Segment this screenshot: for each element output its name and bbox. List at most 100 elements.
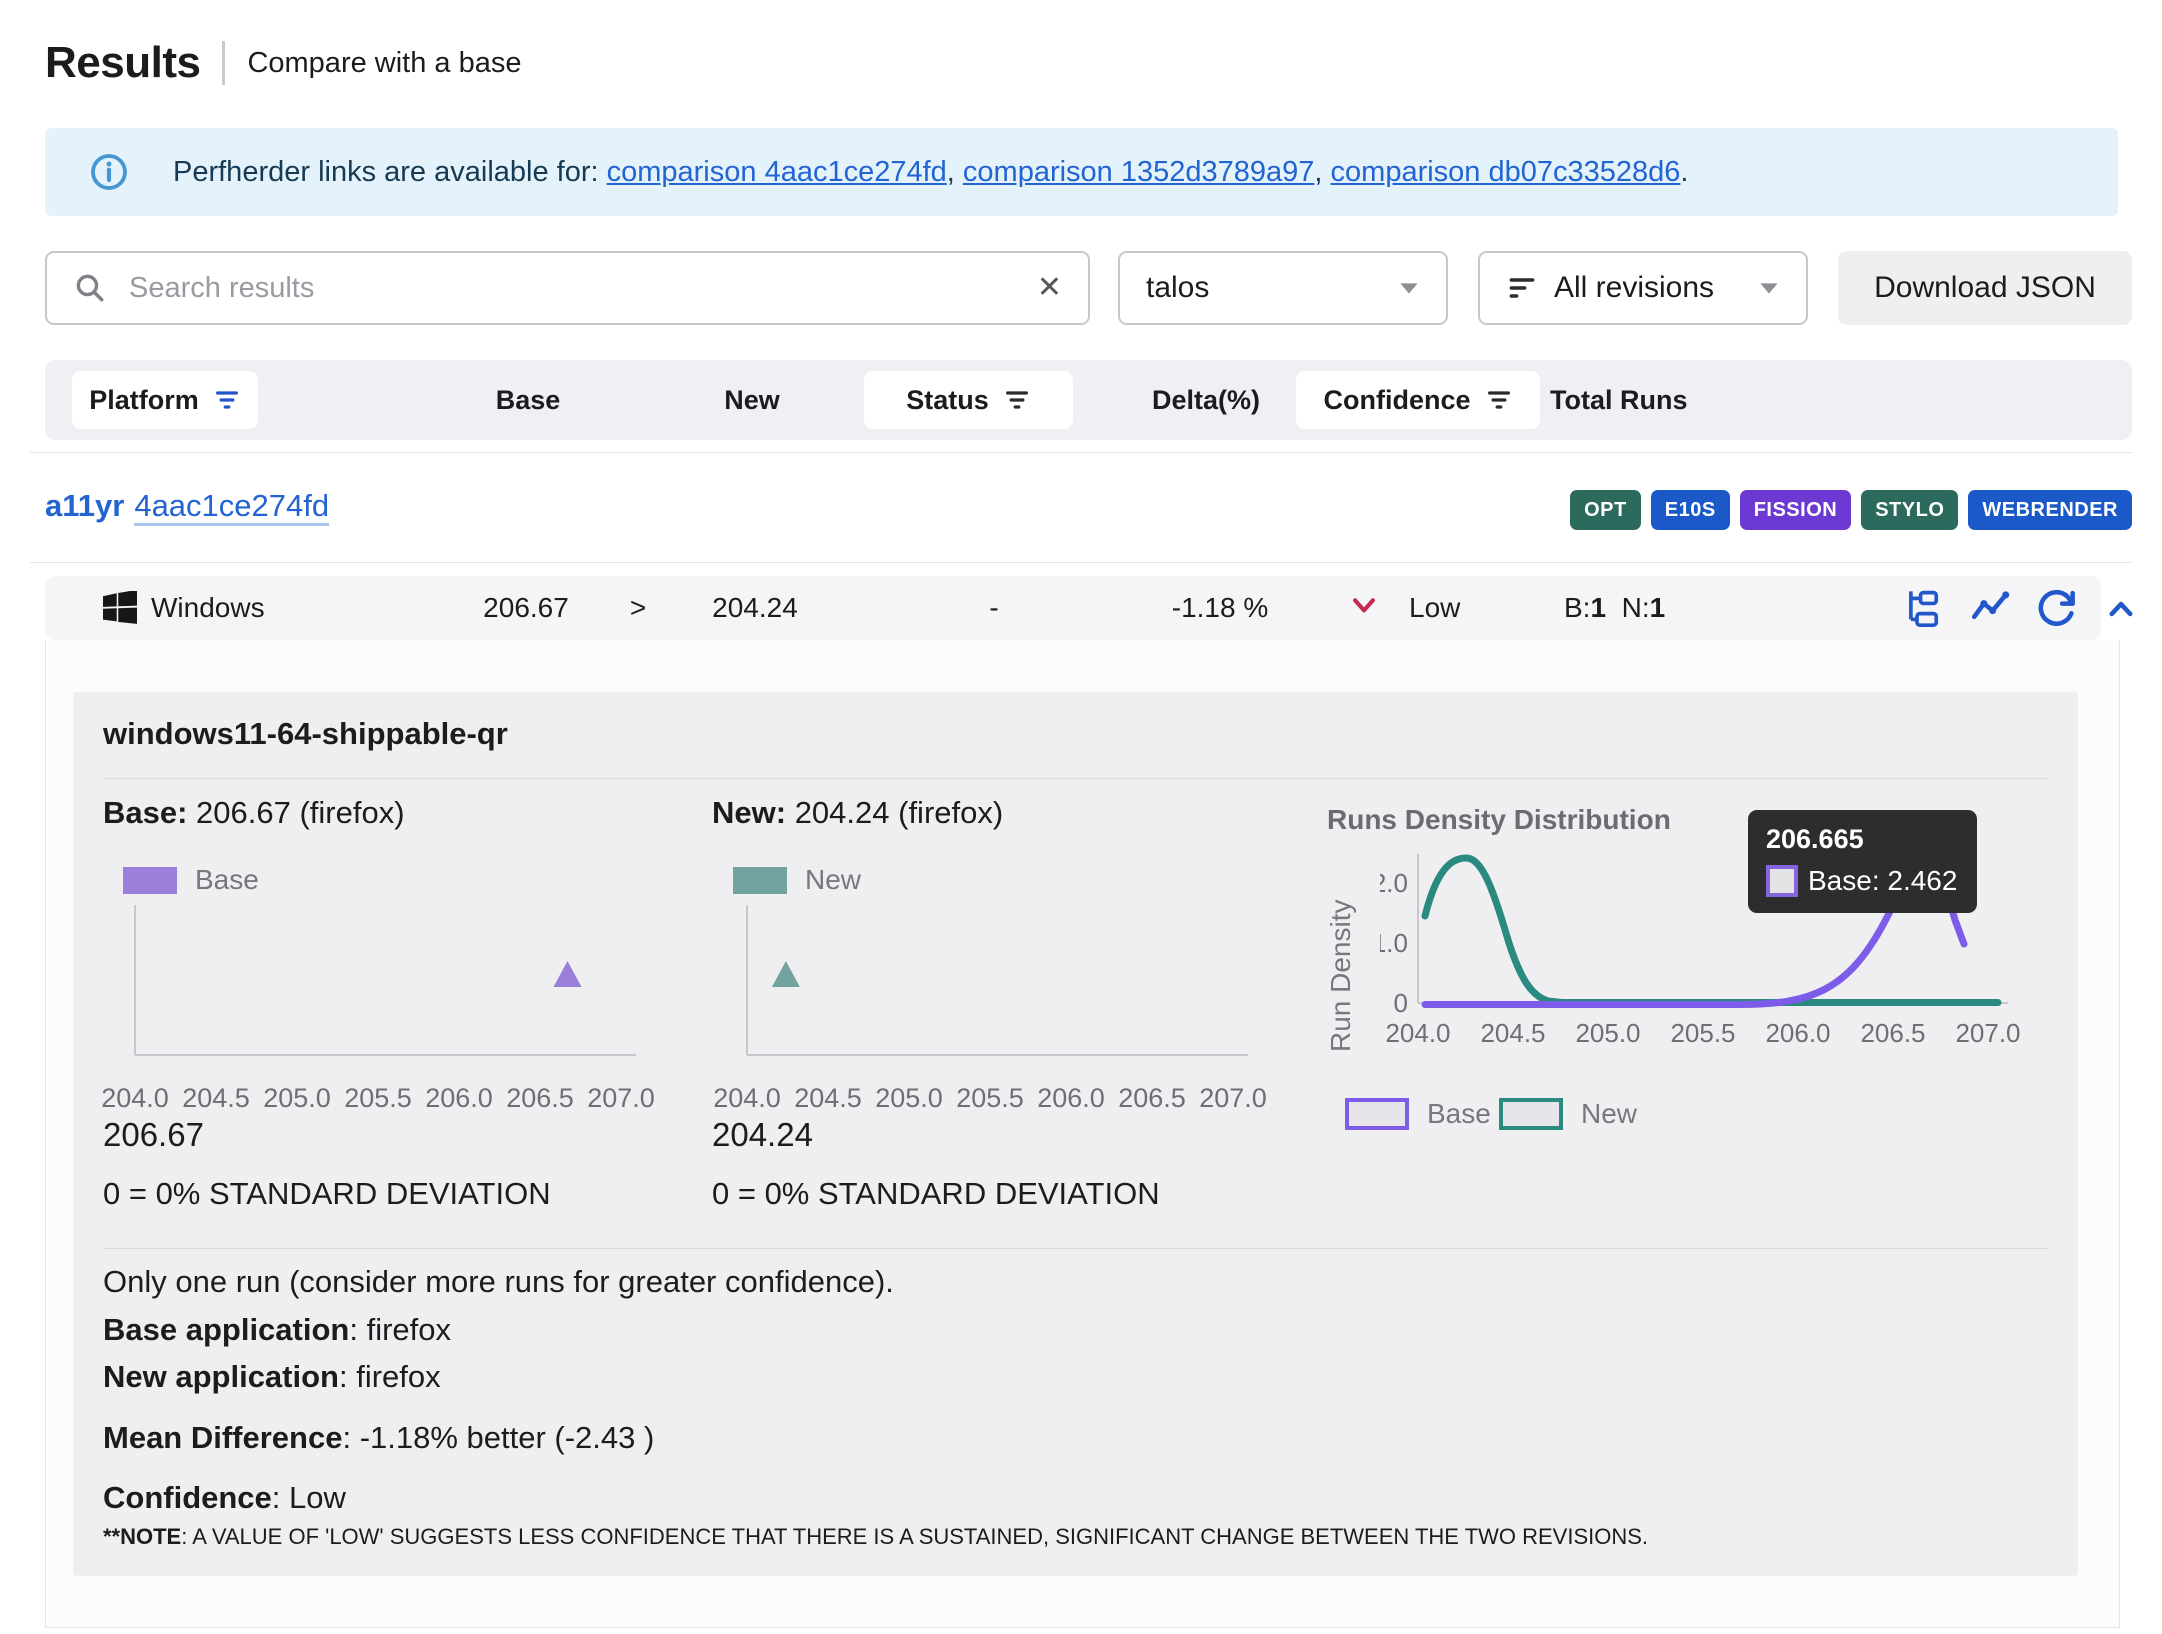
confidence-value: Low xyxy=(1409,576,1460,640)
page-title: Results xyxy=(45,38,200,88)
base-chart-legend: Base xyxy=(123,864,259,896)
new-summary: New: 204.24 (firefox) xyxy=(712,795,1003,831)
subtests-icon[interactable] xyxy=(1903,587,1945,629)
graph-icon[interactable] xyxy=(1969,587,2011,629)
base-mean-value: 206.67 xyxy=(103,1116,204,1154)
tag-e10s: E10S xyxy=(1651,490,1730,530)
confidence-filter-button[interactable]: Confidence xyxy=(1296,371,1540,429)
base-value: 206.67 xyxy=(483,576,569,640)
status-header-label: Status xyxy=(906,385,989,416)
x-tick: 206.5 xyxy=(1860,1018,1925,1048)
framework-select[interactable]: talos xyxy=(1118,251,1448,325)
note-label: **NOTE xyxy=(103,1524,181,1549)
runs-new-label: N: xyxy=(1622,592,1650,623)
collapse-row-icon[interactable] xyxy=(2104,592,2138,626)
controls-row: ✕ talos All revisions Download JSON xyxy=(45,251,2132,325)
runs-base-label: B: xyxy=(1564,592,1590,623)
revision-tags: OPT E10S FISSION STYLO WEBRENDER xyxy=(1570,490,2132,530)
new-legend-label: New xyxy=(805,864,861,896)
suite-link[interactable]: a11yr xyxy=(45,488,124,523)
base-label: Base: xyxy=(103,795,187,830)
results-table-header: Platform Base New Status Delta(%) Confid… xyxy=(45,360,2132,440)
base-data-point[interactable] xyxy=(554,961,582,987)
tag-webrender: WEBRENDER xyxy=(1968,490,2132,530)
y-tick: 2.0 xyxy=(1380,868,1408,898)
revisions-select-value: All revisions xyxy=(1554,271,1714,305)
banner-intro: Perfherder links are available for: xyxy=(173,156,607,188)
framework-select-value: talos xyxy=(1146,271,1209,305)
x-tick: 207.0 xyxy=(587,1083,655,1113)
revision-row: a11yr 4aac1ce274fd OPT E10S FISSION STYLO… xyxy=(45,488,2132,540)
test-name: windows11-64-shippable-qr xyxy=(103,716,508,752)
x-tick: 205.5 xyxy=(956,1083,1024,1113)
search-icon xyxy=(73,271,107,305)
x-tick: 204.5 xyxy=(182,1083,250,1113)
platform-header-label: Platform xyxy=(89,385,199,416)
x-tick: 206.5 xyxy=(506,1083,574,1113)
base-legend-label: Base xyxy=(195,864,259,896)
windows-logo-icon xyxy=(103,591,137,625)
comparison-link-1[interactable]: comparison 4aac1ce274fd xyxy=(607,156,947,188)
base-swatch xyxy=(123,867,177,894)
base-application-value: : firefox xyxy=(349,1312,451,1347)
platform-result-row: Windows 206.67 > 204.24 - -1.18 % Low B:… xyxy=(45,576,2101,640)
divider xyxy=(30,562,2132,563)
revisions-filter-select[interactable]: All revisions xyxy=(1478,251,1808,325)
new-outline-swatch xyxy=(1499,1098,1563,1130)
base-application-label: Base application xyxy=(103,1312,349,1347)
base-summary: Base: 206.67 (firefox) xyxy=(103,795,405,831)
confidence-value-text: : Low xyxy=(272,1480,346,1515)
confidence-line: Confidence: Low xyxy=(103,1480,346,1516)
chevron-down-icon xyxy=(1398,281,1420,295)
retrigger-icon[interactable] xyxy=(2035,587,2077,629)
base-distribution-chart: 204.0 204.5 205.0 205.5 206.0 206.5 207.… xyxy=(95,895,701,1130)
x-tick: 204.5 xyxy=(794,1083,862,1113)
filter-icon xyxy=(213,386,241,414)
sort-lines-icon xyxy=(1506,272,1538,304)
confidence-header-label: Confidence xyxy=(1323,385,1470,416)
tag-stylo: STYLO xyxy=(1861,490,1958,530)
new-value: 204.24 xyxy=(712,576,798,640)
clear-search-icon[interactable]: ✕ xyxy=(1037,273,1062,303)
mean-difference-label: Mean Difference xyxy=(103,1420,342,1455)
mean-difference-line: Mean Difference: -1.18% better (-2.43 ) xyxy=(103,1420,654,1456)
base-application-line: Base application: firefox xyxy=(103,1312,451,1348)
search-box[interactable]: ✕ xyxy=(45,251,1090,325)
page-header: Results Compare with a base xyxy=(45,38,521,88)
new-distribution-chart: 204.0 204.5 205.0 205.5 206.0 206.5 207.… xyxy=(707,895,1313,1130)
filter-icon xyxy=(1003,386,1031,414)
banner-separator: , xyxy=(1314,156,1330,188)
base-summary-value: 206.67 (firefox) xyxy=(187,795,404,830)
new-stddev: 0 = 0% STANDARD DEVIATION xyxy=(712,1176,1160,1212)
confidence-label: Confidence xyxy=(103,1480,272,1515)
detail-card: windows11-64-shippable-qr Base: 206.67 (… xyxy=(73,692,2078,1576)
total-runs-value: B:1 N:1 xyxy=(1564,576,1665,640)
density-legend-new: New xyxy=(1499,1098,1637,1130)
page-subtitle: Compare with a base xyxy=(247,47,521,80)
delta-value: -1.18 % xyxy=(1172,576,1269,640)
comparison-link-3[interactable]: comparison db07c33528d6 xyxy=(1331,156,1681,188)
search-input[interactable] xyxy=(127,271,1017,306)
new-application-label: New application xyxy=(103,1359,339,1394)
density-legend-new-label: New xyxy=(1581,1098,1637,1130)
chart-tooltip: 206.665 Base: 2.462 xyxy=(1748,810,1977,913)
x-tick: 205.0 xyxy=(875,1083,943,1113)
density-chart-title: Runs Density Distribution xyxy=(1327,804,1671,836)
x-tick: 205.0 xyxy=(263,1083,331,1113)
comparison-link-2[interactable]: comparison 1352d3789a97 xyxy=(963,156,1315,188)
divider xyxy=(103,778,2048,779)
banner-separator: , xyxy=(947,156,963,188)
new-application-value: : firefox xyxy=(339,1359,441,1394)
status-filter-button[interactable]: Status xyxy=(864,371,1073,429)
filter-icon xyxy=(1485,386,1513,414)
runs-new-count: 1 xyxy=(1650,592,1666,623)
total-runs-header-label: Total Runs xyxy=(1550,360,1688,440)
status-value: - xyxy=(989,576,998,640)
banner-text: Perfherder links are available for: comp… xyxy=(173,156,1688,189)
density-legend-base-label: Base xyxy=(1427,1098,1491,1130)
new-data-point[interactable] xyxy=(772,961,800,987)
revision-hash-link[interactable]: 4aac1ce274fd xyxy=(134,488,329,526)
download-json-button[interactable]: Download JSON xyxy=(1838,251,2132,325)
platform-filter-button[interactable]: Platform xyxy=(72,371,258,429)
mean-difference-value: : -1.18% better (-2.43 ) xyxy=(342,1420,654,1455)
